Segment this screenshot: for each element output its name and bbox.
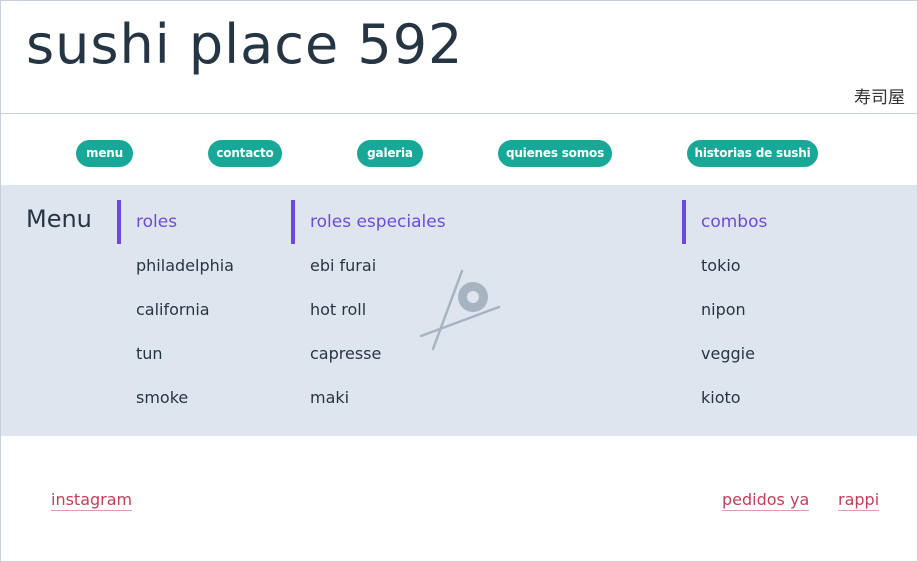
menu-item: maki	[310, 388, 350, 407]
menu-item: kioto	[701, 388, 741, 407]
page: sushi place 592 寿司屋 menu contacto galeri…	[0, 0, 918, 562]
column-title[interactable]: roles	[136, 212, 177, 232]
instagram-link[interactable]: instagram	[51, 490, 133, 511]
menu-item: veggie	[701, 344, 755, 363]
pedidos-ya-link[interactable]: pedidos ya	[722, 490, 810, 511]
column-accent-bar	[682, 200, 686, 244]
rappi-link[interactable]: rappi	[838, 490, 880, 511]
menu-item: tokio	[701, 256, 741, 275]
column-accent-bar	[117, 200, 121, 244]
nav-menu[interactable]: menu	[76, 140, 133, 167]
menu-section: Menu roles philadelphia california tun s…	[0, 185, 918, 437]
site-title: sushi place 592	[26, 13, 464, 76]
kanji-label: 寿司屋	[854, 88, 905, 108]
nav-contacto[interactable]: contacto	[208, 140, 282, 167]
menu-item: capresse	[310, 344, 382, 363]
menu-item: hot roll	[310, 300, 367, 319]
nav-historias-de-sushi[interactable]: historias de sushi	[687, 140, 818, 167]
column-title[interactable]: combos	[701, 212, 767, 232]
site-footer: instagram pedidos ya rappi	[0, 436, 918, 562]
menu-item: ebi furai	[310, 256, 377, 275]
main-nav: menu contacto galeria quienes somos hist…	[0, 113, 918, 186]
column-title[interactable]: roles especiales	[310, 212, 446, 232]
menu-heading: Menu	[26, 205, 92, 233]
nav-quienes-somos[interactable]: quienes somos	[498, 140, 612, 167]
column-accent-bar	[291, 200, 295, 244]
nav-galeria[interactable]: galeria	[357, 140, 423, 167]
menu-item: philadelphia	[136, 256, 234, 275]
menu-item: smoke	[136, 388, 189, 407]
sushi-chopsticks-icon	[419, 269, 501, 351]
menu-item: california	[136, 300, 210, 319]
site-header: sushi place 592 寿司屋	[0, 0, 918, 114]
menu-item: tun	[136, 344, 163, 363]
menu-item: nipon	[701, 300, 746, 319]
